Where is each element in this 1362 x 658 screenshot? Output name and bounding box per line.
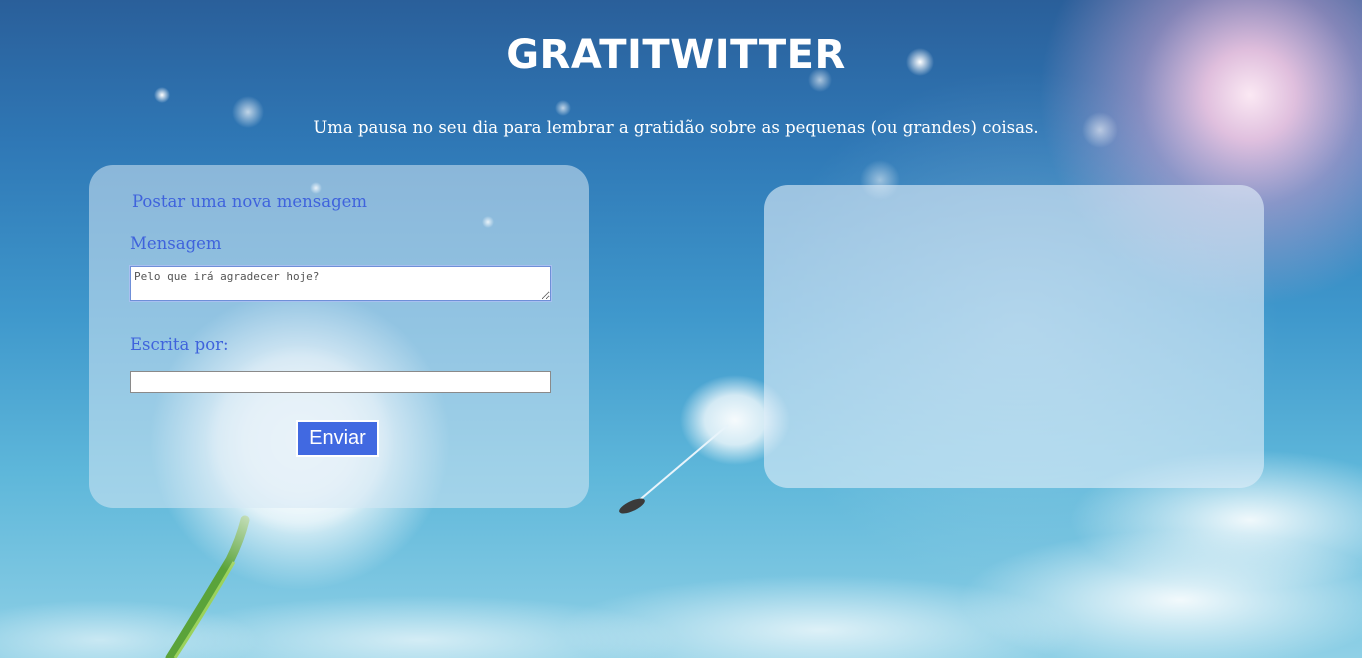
author-input[interactable] (130, 371, 551, 393)
message-label: Mensagem (130, 234, 222, 253)
new-message-form-panel: Postar uma nova mensagem Mensagem Escrit… (89, 165, 589, 508)
message-textarea[interactable] (129, 265, 552, 302)
author-label: Escrita por: (130, 335, 229, 354)
page-subtitle: Uma pausa no seu dia para lembrar a grat… (313, 118, 1039, 137)
form-heading: Postar uma nova mensagem (132, 192, 368, 211)
page-title: GRATITWITTER (506, 32, 846, 78)
messages-panel (764, 185, 1264, 488)
submit-button[interactable]: Enviar (296, 420, 379, 457)
